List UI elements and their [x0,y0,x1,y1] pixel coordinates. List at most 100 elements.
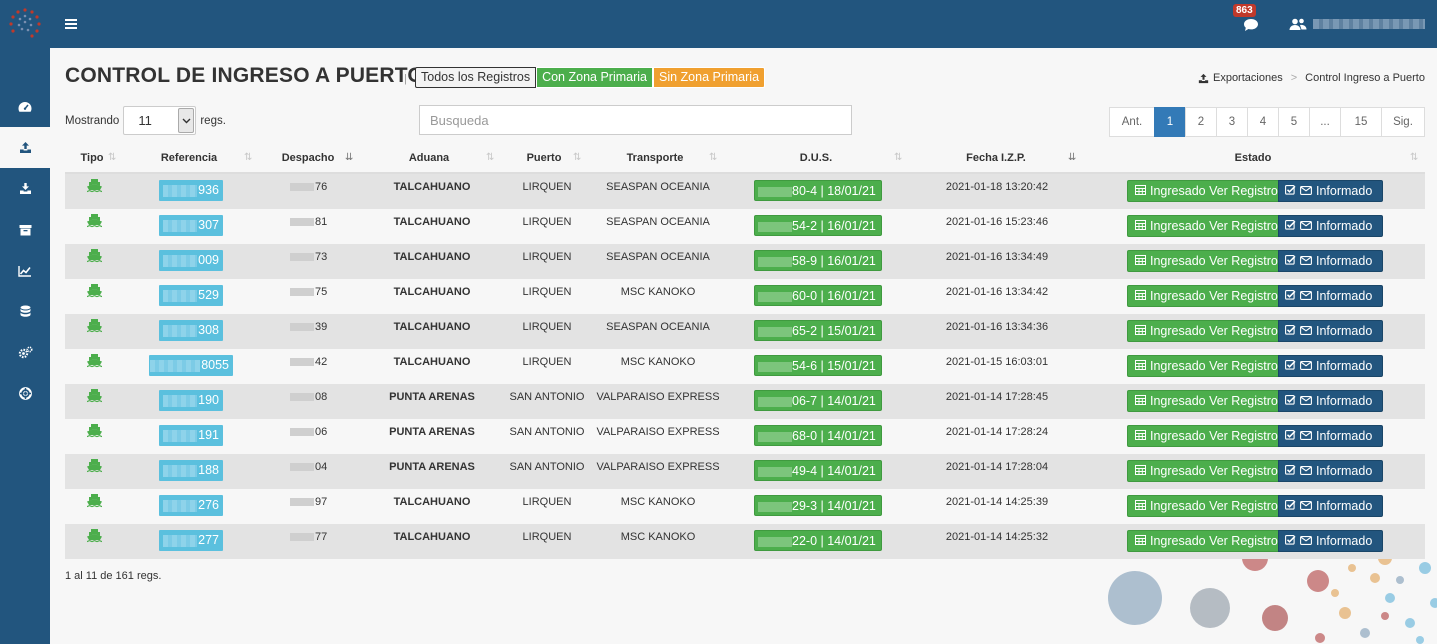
dus-badge[interactable]: 22-0 | 14/01/21 [754,530,882,551]
informado-button[interactable]: Informado [1278,460,1383,482]
pagination-next[interactable]: Sig. [1381,107,1425,137]
ingresado-ver-registro-button[interactable]: Ingresado Ver Registro [1127,460,1279,482]
referencia-badge[interactable]: 277 [159,530,223,551]
sort-icon[interactable]: ⇅ [573,152,581,163]
sort-icon[interactable]: ⇅ [486,152,494,163]
app-logo[interactable] [0,0,50,48]
ingresado-ver-registro-button[interactable]: Ingresado Ver Registro [1127,495,1279,517]
col-estado[interactable]: Estado [1235,152,1272,164]
dashboard-icon [18,101,32,112]
referencia-badge[interactable]: 307 [159,215,223,236]
sort-desc-icon[interactable]: ⇊ [1068,152,1076,163]
referencia-badge[interactable]: 276 [159,495,223,516]
sidebar-item-settings[interactable] [0,332,50,373]
referencia-badge[interactable]: 8055 [149,355,233,376]
sidebar-item-archive[interactable] [0,209,50,250]
dus-badge[interactable]: 29-3 | 14/01/21 [754,495,882,516]
dus-badge[interactable]: 54-6 | 15/01/21 [754,355,882,376]
dus-badge[interactable]: 49-4 | 14/01/21 [754,460,882,481]
ingresado-ver-registro-button[interactable]: Ingresado Ver Registro [1127,215,1279,237]
col-despacho[interactable]: Despacho [282,152,335,164]
aduana-cell: TALCAHUANO [393,216,471,228]
sort-asc-icon[interactable]: ⇊ [345,152,353,163]
user-menu[interactable] [1289,18,1425,31]
col-tipo[interactable]: Tipo [80,152,103,164]
referencia-badge[interactable]: 936 [159,180,223,201]
dus-badge[interactable]: 06-7 | 14/01/21 [754,390,882,411]
redacted-text [163,324,198,337]
informado-button[interactable]: Informado [1278,495,1383,517]
page-size-select[interactable]: 11 [123,106,197,135]
despacho-cell: 81 [290,216,327,228]
sort-icon[interactable]: ⇅ [244,152,252,163]
dus-badge[interactable]: 60-0 | 16/01/21 [754,285,882,306]
referencia-badge[interactable]: 188 [159,460,223,481]
col-referencia[interactable]: Referencia [161,152,217,164]
informado-label: Informado [1316,254,1373,268]
ingresado-ver-registro-button[interactable]: Ingresado Ver Registro [1127,320,1279,342]
sidebar-item-support[interactable] [0,373,50,414]
dus-badge[interactable]: 54-2 | 16/01/21 [754,215,882,236]
sidebar-item-dashboard[interactable] [0,86,50,127]
sort-icon[interactable]: ⇅ [709,152,717,163]
ingresado-ver-registro-button[interactable]: Ingresado Ver Registro [1127,355,1279,377]
dus-badge[interactable]: 65-2 | 15/01/21 [754,320,882,341]
fecha-cell: 2021-01-14 17:28:04 [945,461,1049,473]
sidebar-item-importaciones[interactable] [0,168,50,209]
ingresado-ver-registro-button[interactable]: Ingresado Ver Registro [1127,425,1279,447]
col-aduana[interactable]: Aduana [409,152,449,164]
pagination-page-2[interactable]: 2 [1185,107,1217,137]
informado-button[interactable]: Informado [1278,425,1383,447]
referencia-badge[interactable]: 308 [159,320,223,341]
pagination-page-3[interactable]: 3 [1216,107,1248,137]
chart-icon [18,265,31,277]
ingresado-ver-registro-button[interactable]: Ingresado Ver Registro [1127,390,1279,412]
referencia-badge[interactable]: 009 [159,250,223,271]
col-fecha[interactable]: Fecha I.Z.P. [966,152,1026,164]
sort-icon[interactable]: ⇅ [108,152,116,163]
informado-button[interactable]: Informado [1278,250,1383,272]
pagination-prev[interactable]: Ant. [1109,107,1155,137]
redacted-text [290,323,314,332]
filter-all-button[interactable]: Todos los Registros [415,67,537,88]
table-row: 529 75 TALCAHUANO LIRQUEN MSC KANOKO 60-0 | 1… [65,279,1425,314]
redacted-text [290,498,314,507]
col-dus[interactable]: D.U.S. [800,152,832,164]
dus-badge[interactable]: 58-9 | 16/01/21 [754,250,882,271]
informado-button[interactable]: Informado [1278,320,1383,342]
dus-badge[interactable]: 68-0 | 14/01/21 [754,425,882,446]
sort-icon[interactable]: ⇅ [894,152,902,163]
informado-button[interactable]: Informado [1278,180,1383,202]
referencia-badge[interactable]: 191 [159,425,223,446]
pagination-page-4[interactable]: 4 [1247,107,1279,137]
pagination-page-15[interactable]: 15 [1340,107,1382,137]
col-transporte[interactable]: Transporte [627,152,684,164]
informado-button[interactable]: Informado [1278,530,1383,552]
informado-button[interactable]: Informado [1278,285,1383,307]
informado-button[interactable]: Informado [1278,215,1383,237]
filter-sin-zona-button[interactable]: Sin Zona Primaria [652,67,766,88]
sidebar-item-exportaciones[interactable] [0,127,50,168]
informado-button[interactable]: Informado [1278,390,1383,412]
informado-button[interactable]: Informado [1278,355,1383,377]
ingresado-ver-registro-button[interactable]: Ingresado Ver Registro [1127,530,1279,552]
col-puerto[interactable]: Puerto [527,152,562,164]
ingresado-ver-registro-button[interactable]: Ingresado Ver Registro [1127,250,1279,272]
sort-icon[interactable]: ⇅ [1410,152,1418,163]
ingresado-ver-registro-button[interactable]: Ingresado Ver Registro [1127,180,1279,202]
search-input[interactable] [419,105,852,135]
pagination-page-1[interactable]: 1 [1154,107,1186,137]
referencia-badge[interactable]: 190 [159,390,223,411]
sidebar-item-database[interactable] [0,291,50,332]
messages-button[interactable]: 863 [1233,4,1261,34]
dus-badge[interactable]: 80-4 | 18/01/21 [754,180,882,201]
archive-icon [19,224,31,235]
redacted-text [290,533,314,542]
ingresado-ver-registro-button[interactable]: Ingresado Ver Registro [1127,285,1279,307]
pagination-page-5[interactable]: 5 [1278,107,1310,137]
menu-toggle-button[interactable] [65,19,77,29]
filter-con-zona-button[interactable]: Con Zona Primaria [536,67,653,88]
sidebar-item-reports[interactable] [0,250,50,291]
referencia-badge[interactable]: 529 [159,285,223,306]
breadcrumb-exportaciones[interactable]: Exportaciones [1213,72,1283,84]
